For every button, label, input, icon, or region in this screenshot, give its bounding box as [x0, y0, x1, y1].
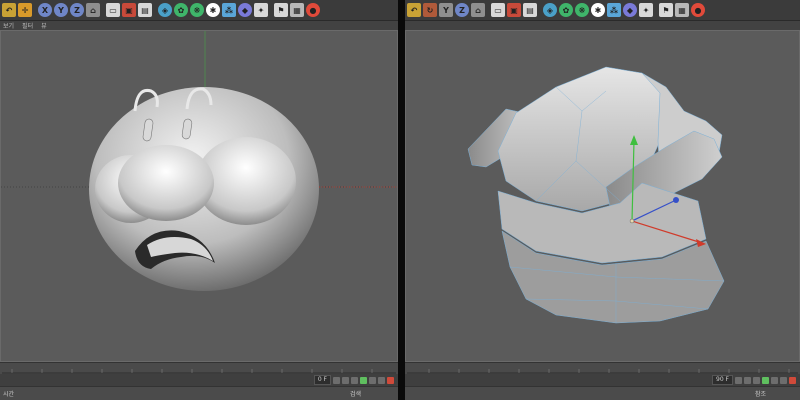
toolbar: ↶ ↻ Y Z ⌂ ▭ ▣ ▤ ◈ ✿ ❋ ✱ ⁂ ◆ ✦ ⚑ ▦ ●	[405, 0, 800, 21]
undo-icon[interactable]: ↶	[407, 3, 421, 17]
prev-frame-button[interactable]	[342, 376, 349, 384]
camera-icon[interactable]: ◆	[623, 3, 637, 17]
layer-icon[interactable]: ▦	[675, 3, 689, 17]
deformer-icon[interactable]: ✱	[591, 3, 605, 17]
viewport-3d[interactable]	[405, 30, 800, 362]
render-settings-icon[interactable]: ▤	[523, 3, 537, 17]
menu-item-view[interactable]: 보기	[3, 21, 14, 30]
goto-start-button[interactable]	[333, 376, 340, 384]
cube-primitive-icon[interactable]: ◈	[543, 3, 557, 17]
y-axis-label: Y	[58, 5, 64, 15]
status-tab[interactable]: 검색	[350, 389, 361, 398]
next-frame-button[interactable]	[369, 376, 376, 384]
goto-end-button[interactable]	[780, 376, 787, 384]
goto-start-button[interactable]	[735, 376, 742, 384]
undo-icon[interactable]: ↶	[2, 3, 16, 17]
array-icon[interactable]: ❋	[190, 3, 204, 17]
viewport-3d[interactable]	[0, 30, 398, 362]
record-button[interactable]	[789, 376, 796, 384]
play-back-button[interactable]	[351, 376, 358, 384]
prev-frame-button[interactable]	[744, 376, 751, 384]
menu-item-filter[interactable]: 필터	[22, 21, 33, 30]
cube-primitive-icon[interactable]: ◈	[158, 3, 172, 17]
playback-controls: 90 F	[405, 374, 800, 386]
status-tab[interactable]: 참조	[755, 389, 766, 398]
z-axis-lock-button[interactable]: Z	[455, 3, 469, 17]
render-view-icon[interactable]: ▭	[106, 3, 120, 17]
x-axis-label: X	[41, 5, 49, 15]
viewport-menu	[405, 21, 800, 30]
eye-left	[118, 145, 214, 221]
playback-controls: 0 F	[0, 374, 398, 386]
camera-icon[interactable]: ◆	[238, 3, 252, 17]
record-icon[interactable]: ●	[306, 3, 320, 17]
panel-divider	[398, 0, 405, 400]
status-bar: 참조	[405, 386, 800, 400]
timeline-ticks	[2, 369, 396, 374]
current-frame-field[interactable]: 90 F	[712, 375, 733, 385]
gizmo-z-handle[interactable]	[673, 197, 679, 203]
tag-icon[interactable]: ⚑	[659, 3, 673, 17]
current-frame-field[interactable]: 0 F	[313, 375, 331, 385]
record-icon[interactable]: ●	[691, 3, 705, 17]
x-axis-lock-button[interactable]: X	[38, 3, 52, 17]
viewport-menu: 보기 필터 뷰	[0, 21, 398, 30]
render-view-icon[interactable]: ▭	[491, 3, 505, 17]
record-button[interactable]	[387, 376, 394, 384]
play-back-button[interactable]	[753, 376, 760, 384]
left-viewport-panel: ↶ ✛ X Y Z ⌂ ▭ ▣ ▤ ◈ ✿ ❋ ✱ ⁂ ◆ ✦ ⚑ ▦ ● 보기…	[0, 0, 398, 400]
play-button[interactable]	[762, 376, 769, 384]
timeline-ticks	[407, 369, 798, 374]
y-axis-lock-button[interactable]: Y	[439, 3, 453, 17]
rotate-icon[interactable]: ↻	[423, 3, 437, 17]
status-text: 시간	[3, 391, 15, 398]
world-coord-icon[interactable]: ⌂	[471, 3, 485, 17]
render-settings-icon[interactable]: ▤	[138, 3, 152, 17]
subdivision-icon[interactable]: ✿	[559, 3, 573, 17]
tag-icon[interactable]: ⚑	[274, 3, 288, 17]
move-icon[interactable]: ✛	[18, 3, 32, 17]
z-axis-label: Z	[74, 5, 80, 15]
z-axis-lock-button[interactable]: Z	[70, 3, 84, 17]
render-picture-icon[interactable]: ▣	[507, 3, 521, 17]
goto-end-button[interactable]	[378, 376, 385, 384]
light-icon[interactable]: ✦	[639, 3, 653, 17]
render-picture-icon[interactable]: ▣	[122, 3, 136, 17]
right-viewport-panel: ↶ ↻ Y Z ⌂ ▭ ▣ ▤ ◈ ✿ ❋ ✱ ⁂ ◆ ✦ ⚑ ▦ ● 90 F…	[405, 0, 800, 400]
status-bar: 시간 검색	[0, 386, 398, 400]
y-axis-lock-button[interactable]: Y	[54, 3, 68, 17]
environment-icon[interactable]: ⁂	[607, 3, 621, 17]
light-icon[interactable]: ✦	[254, 3, 268, 17]
play-button[interactable]	[360, 376, 367, 384]
toolbar: ↶ ✛ X Y Z ⌂ ▭ ▣ ▤ ◈ ✿ ❋ ✱ ⁂ ◆ ✦ ⚑ ▦ ●	[0, 0, 398, 21]
deformer-icon[interactable]: ✱	[206, 3, 220, 17]
hand-mesh-render[interactable]	[406, 31, 799, 361]
y-axis-label: Y	[443, 5, 449, 15]
z-axis-label: Z	[459, 5, 465, 15]
array-icon[interactable]: ❋	[575, 3, 589, 17]
environment-icon[interactable]: ⁂	[222, 3, 236, 17]
layer-icon[interactable]: ▦	[290, 3, 304, 17]
next-frame-button[interactable]	[771, 376, 778, 384]
menu-item-panel[interactable]: 뷰	[41, 21, 47, 30]
subdivision-icon[interactable]: ✿	[174, 3, 188, 17]
face-model-render[interactable]	[1, 31, 397, 361]
world-coord-icon[interactable]: ⌂	[86, 3, 100, 17]
gizmo-center[interactable]	[629, 218, 635, 224]
